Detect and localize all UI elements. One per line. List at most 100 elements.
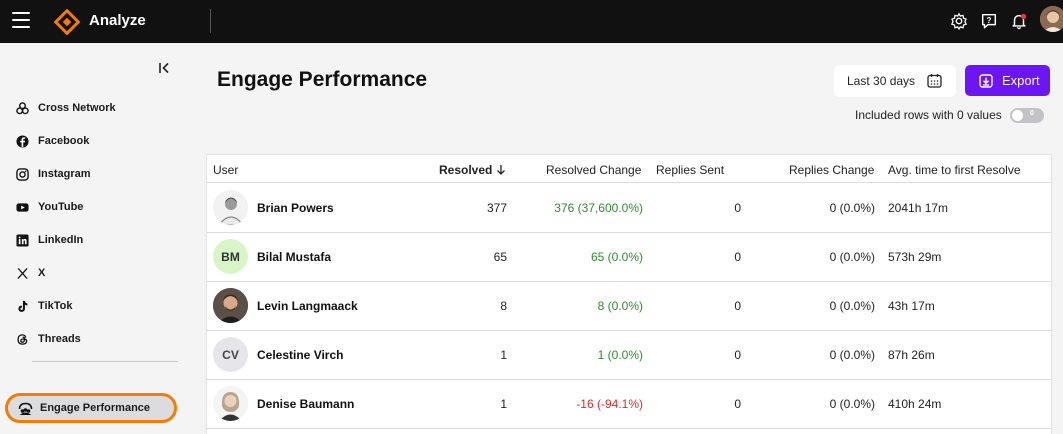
sidebar-item-tiktok[interactable]: TikTok [16, 296, 72, 316]
cross-network-icon [16, 101, 29, 114]
included-rows-label: Included rows with 0 values [855, 108, 1002, 122]
resolved-cell: 1 [500, 348, 507, 362]
avatar: CV [213, 337, 248, 372]
export-label: Export [1002, 73, 1040, 88]
sidebar-item-label: TikTok [38, 300, 73, 312]
sidebar-item-engage-performance[interactable]: Engage Performance [5, 393, 177, 423]
sidebar: Cross Network Facebook Instagram YouTube… [0, 43, 196, 433]
sidebar-divider [32, 361, 178, 362]
user-name: Brian Powers [257, 201, 334, 215]
sidebar-item-label: Engage Performance [40, 402, 151, 414]
resolved-change-cell: 8 (0.0%) [597, 299, 643, 313]
date-range-label: Last 30 days [847, 74, 916, 88]
calendar-icon [927, 74, 942, 88]
export-button[interactable]: Export [965, 65, 1050, 96]
user-name: Denise Baumann [257, 397, 355, 411]
replies-change-cell: 0 (0.0%) [829, 299, 875, 313]
youtube-icon [16, 202, 29, 212]
bell-icon[interactable] [1010, 12, 1028, 30]
header-replies-sent[interactable]: Replies Sent [656, 163, 724, 177]
resolved-change-cell: 1 (0.0%) [597, 348, 643, 362]
toggle-knob [1012, 110, 1023, 121]
replies-change-cell: 0 (0.0%) [829, 201, 875, 215]
replies-sent-cell: 0 [734, 201, 741, 215]
replies-sent-cell: 0 [734, 250, 741, 264]
logo-icon[interactable] [54, 9, 80, 35]
top-bar: Analyze ? [0, 0, 1063, 43]
threads-icon [17, 333, 28, 345]
tiktok-icon [18, 300, 28, 312]
replies-sent-cell: 0 [734, 299, 741, 313]
replies-change-cell: 0 (0.0%) [829, 348, 875, 362]
table-row[interactable]: BM Bilal Mustafa 65 65 (0.0%) 0 0 (0.0%)… [207, 232, 1051, 282]
x-icon [17, 267, 28, 279]
avg-time-cell: 87h 26m [888, 348, 935, 362]
sidebar-item-label: Cross Network [38, 102, 116, 114]
avg-time-cell: 573h 29m [888, 250, 942, 264]
header-resolved-label: Resolved [439, 163, 493, 177]
avatar: BM [213, 239, 248, 274]
replies-sent-cell: 0 [734, 397, 741, 411]
header-avg-time[interactable]: Avg. time to first Resolve [888, 163, 1021, 177]
replies-change-cell: 0 (0.0%) [829, 397, 875, 411]
table-row[interactable]: Brian Powers 377 376 (37,600.0%) 0 0 (0.… [207, 183, 1051, 233]
avg-time-cell: 43h 17m [888, 299, 935, 313]
topbar-divider [210, 9, 211, 33]
resolved-change-cell: 376 (37,600.0%) [554, 201, 643, 215]
sidebar-item-label: Facebook [38, 135, 90, 147]
menu-icon[interactable] [12, 12, 30, 28]
sidebar-item-x[interactable]: X [16, 263, 45, 283]
resolved-cell: 65 [493, 250, 507, 264]
page-title: Engage Performance [217, 68, 428, 91]
date-range-picker[interactable]: Last 30 days [834, 65, 956, 97]
user-name: Levin Langmaack [257, 299, 358, 313]
gear-icon[interactable] [950, 12, 968, 30]
table-row[interactable]: CV Celestine Virch 1 1 (0.0%) 0 0 (0.0%)… [207, 330, 1051, 380]
resolved-change-cell: -16 (-94.1%) [576, 397, 643, 411]
avatar [213, 386, 248, 421]
avatar [213, 288, 248, 323]
sidebar-item-label: X [38, 267, 46, 279]
sidebar-item-cross-network[interactable]: Cross Network [16, 98, 116, 118]
facebook-icon [16, 134, 29, 148]
toggle-value: 0 [1030, 110, 1034, 117]
header-resolved-change[interactable]: Resolved Change [546, 163, 641, 177]
download-icon [979, 73, 993, 88]
header-user[interactable]: User [213, 163, 238, 177]
replies-sent-cell: 0 [734, 348, 741, 362]
sidebar-item-label: Threads [38, 333, 81, 345]
sort-down-icon [496, 165, 505, 175]
resolved-cell: 377 [486, 201, 507, 215]
avg-time-cell: 410h 24m [888, 397, 942, 411]
table-row[interactable]: Levin Langmaack 8 8 (0.0%) 0 0 (0.0%) 43… [207, 281, 1051, 331]
avatar[interactable] [1040, 6, 1063, 32]
resolved-change-cell: 65 (0.0%) [590, 250, 643, 264]
help-icon[interactable]: ? [980, 12, 998, 30]
sidebar-item-facebook[interactable]: Facebook [16, 131, 89, 151]
sidebar-item-instagram[interactable]: Instagram [16, 164, 91, 184]
linkedin-icon [16, 233, 29, 247]
avatar [213, 190, 248, 225]
resolved-cell: 1 [500, 397, 507, 411]
sidebar-item-label: YouTube [38, 201, 84, 213]
table-row[interactable]: Denise Baumann 1 -16 (-94.1%) 0 0 (0.0%)… [207, 379, 1051, 429]
avg-time-cell: 2041h 17m [888, 201, 949, 215]
sidebar-item-label: Instagram [38, 168, 91, 180]
user-name: Celestine Virch [257, 348, 344, 362]
performance-table: User Resolved Resolved Change Replies Se… [206, 154, 1052, 434]
sidebar-item-label: LinkedIn [38, 234, 84, 246]
resolved-cell: 8 [500, 299, 507, 313]
header-replies-change[interactable]: Replies Change [789, 163, 874, 177]
user-name: Bilal Mustafa [257, 250, 332, 264]
sidebar-item-linkedin[interactable]: LinkedIn [16, 230, 83, 250]
svg-text:?: ? [987, 16, 992, 25]
sidebar-item-youtube[interactable]: YouTube [16, 197, 83, 217]
replies-change-cell: 0 (0.0%) [829, 250, 875, 264]
header-resolved[interactable]: Resolved [439, 163, 506, 177]
sidebar-item-threads[interactable]: Threads [16, 329, 81, 349]
app-title: Analyze [89, 12, 146, 29]
collapse-icon[interactable] [158, 61, 172, 75]
engage-icon [18, 402, 33, 415]
instagram-icon [16, 167, 29, 181]
include-zero-toggle[interactable]: 0 [1010, 108, 1044, 123]
